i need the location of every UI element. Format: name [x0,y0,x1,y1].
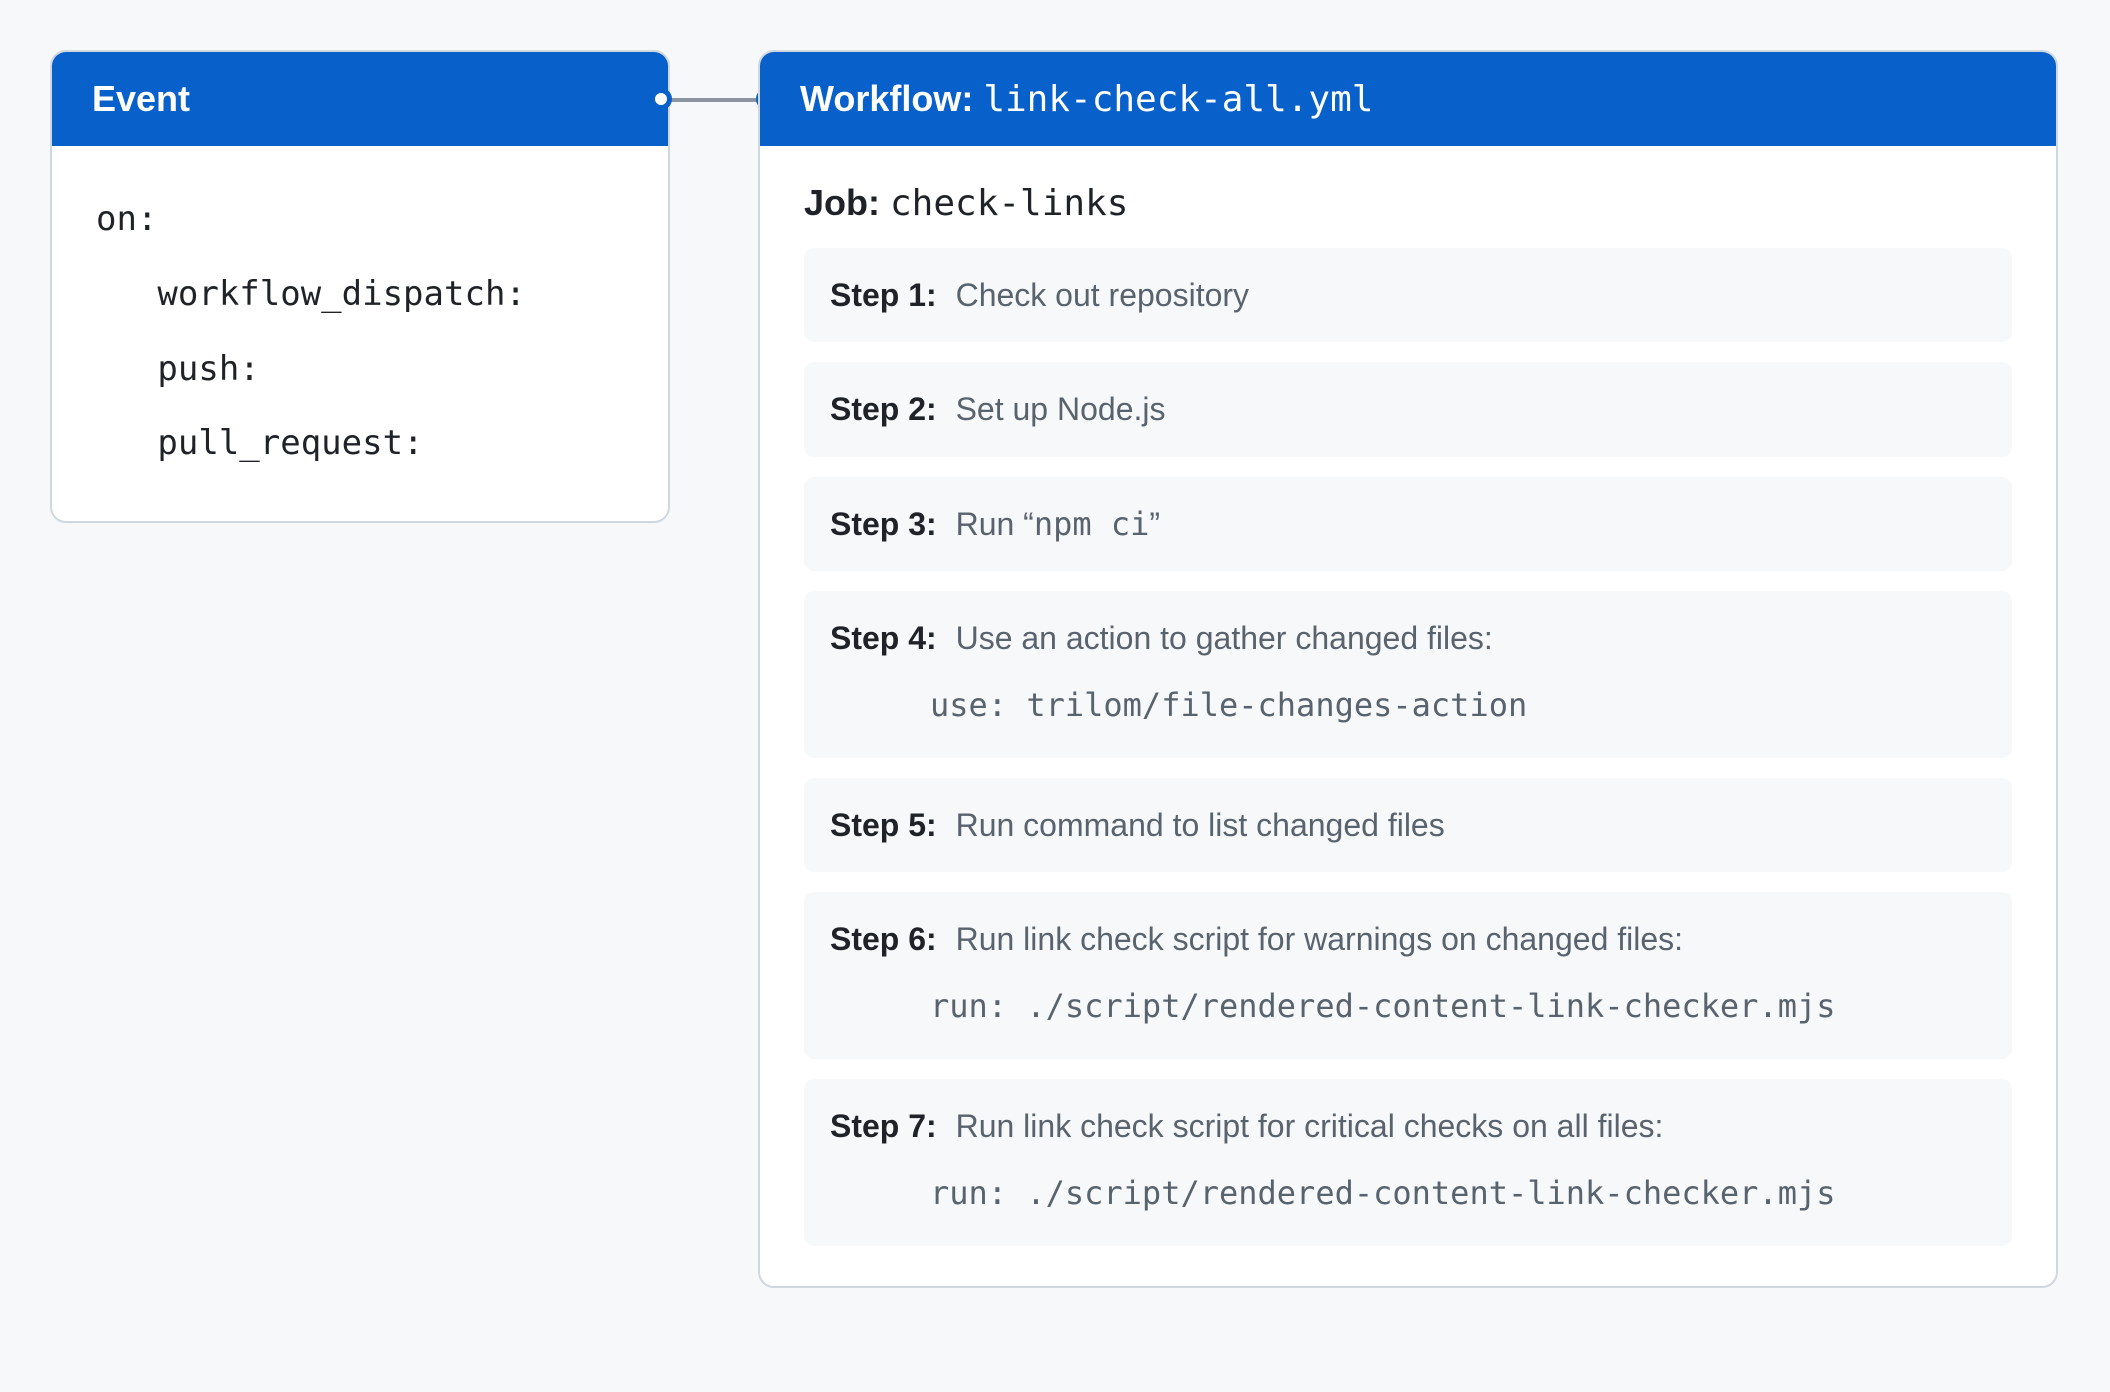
step-sub: run: ./script/rendered-content-link-chec… [930,1170,1986,1216]
workflow-filename: link-check-all.yml [983,79,1373,120]
step: Step 1: Check out repository [804,248,2012,342]
event-card: Event on: workflow_dispatch: push: pull_… [50,50,670,523]
connector-dot-left [650,88,672,110]
workflow-card: Workflow: link-check-all.yml Job: check-… [758,50,2058,1288]
step-text: Run link check script for warnings on ch… [956,921,1683,957]
step-label: Step 1: [830,277,937,313]
event-header-title: Event [92,78,190,119]
step: Step 7: Run link check script for critic… [804,1079,2012,1246]
step-text: Run command to list changed files [956,807,1445,843]
workflow-header-prefix: Workflow: [800,78,983,119]
step-text: Run link check script for critical check… [956,1108,1664,1144]
workflow-card-body: Job: check-links Step 1: Check out repos… [760,146,2056,1286]
connector-line [660,98,768,102]
step-text: Run “npm ci” [956,506,1161,542]
workflow-card-header: Workflow: link-check-all.yml [760,52,2056,146]
step: Step 2: Set up Node.js [804,362,2012,456]
event-on-label: on: [96,182,624,257]
step: Step 5: Run command to list changed file… [804,778,2012,872]
step: Step 6: Run link check script for warnin… [804,892,2012,1059]
step: Step 4: Use an action to gather changed … [804,591,2012,758]
event-trigger: pull_request: [96,406,624,481]
event-trigger: push: [96,332,624,407]
step-label: Step 5: [830,807,937,843]
event-trigger: workflow_dispatch: [96,257,624,332]
step-label: Step 2: [830,391,937,427]
event-card-header: Event [52,52,668,146]
step-sub: use: trilom/file-changes-action [930,682,1986,728]
step-text: Use an action to gather changed files: [956,620,1493,656]
job-title: Job: check-links [804,182,2012,224]
step-label: Step 7: [830,1108,937,1144]
step: Step 3: Run “npm ci” [804,477,2012,571]
job-label: Job: [804,182,890,223]
step-label: Step 3: [830,506,937,542]
step-label: Step 6: [830,921,937,957]
step-label: Step 4: [830,620,937,656]
job-name: check-links [890,183,1128,224]
event-card-body: on: workflow_dispatch: push: pull_reques… [52,146,668,521]
step-text: Check out repository [956,277,1249,313]
step-sub: run: ./script/rendered-content-link-chec… [930,983,1986,1029]
step-text: Set up Node.js [956,391,1166,427]
